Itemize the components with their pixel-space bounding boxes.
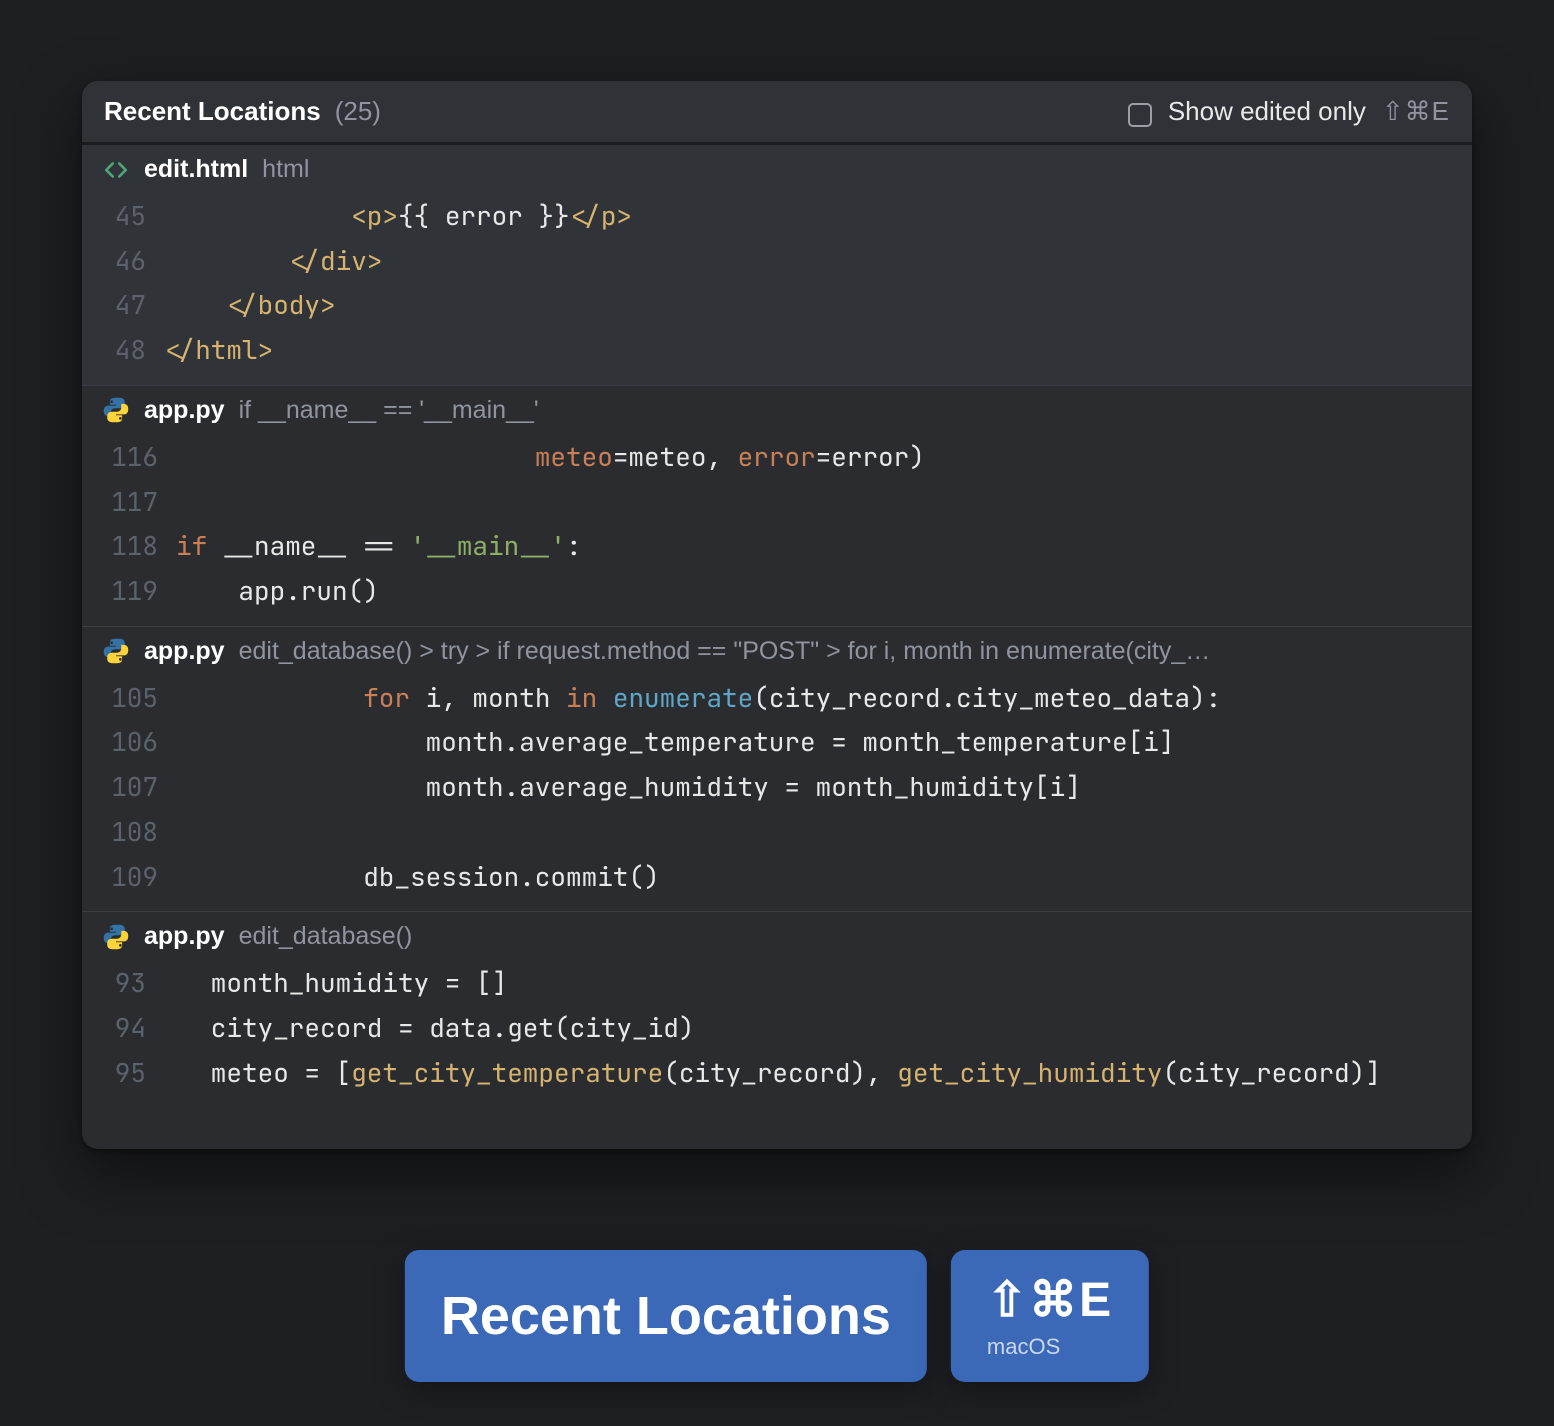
popup-title: Recent Locations (104, 96, 321, 127)
location-filename: app.py (144, 396, 225, 425)
location-context: if __name__ == '__main__' (239, 396, 1452, 425)
line-number: 47 (102, 283, 146, 328)
line-content: if __name__ == '__main__': (176, 524, 582, 569)
line-number: 45 (102, 194, 146, 239)
line-content: <p>{{ error }}</p> (164, 194, 632, 239)
code-line[interactable]: 94 city_record = data.get(city_id) (82, 1006, 1472, 1051)
line-number: 106 (102, 720, 158, 765)
location-filename: edit.html (144, 155, 248, 184)
line-content: </div> (164, 239, 382, 284)
chip-shortcut-os: macOS (987, 1334, 1060, 1360)
location-context: edit_database() (239, 922, 1452, 951)
location-item[interactable]: app.py edit_database() 93 month_humidity =… (82, 911, 1472, 1107)
location-item[interactable]: edit.htmlhtml45 <p>{{ error }}</p>46 </d… (82, 145, 1472, 385)
location-header[interactable]: app.py edit_database() (82, 912, 1472, 959)
location-context: edit_database() > try > if request.metho… (239, 637, 1452, 666)
line-content: month.average_temperature = month_temper… (176, 720, 1174, 765)
code-line[interactable]: 47 </body> (82, 283, 1472, 328)
line-number: 118 (102, 524, 158, 569)
chip-shortcut: ⇧⌘E macOS (951, 1250, 1149, 1382)
code-line[interactable]: 117 (82, 480, 1472, 525)
location-header[interactable]: app.py edit_database() > try > if request… (82, 627, 1472, 674)
location-item[interactable]: app.py edit_database() > try > if request… (82, 626, 1472, 912)
chip-shortcut-keys: ⇧⌘E (987, 1272, 1113, 1328)
code-line[interactable]: 45 <p>{{ error }}</p> (82, 194, 1472, 239)
line-content: month.average_humidity = month_humidity[… (176, 765, 1081, 810)
locations-list[interactable]: edit.htmlhtml45 <p>{{ error }}</p>46 </d… (82, 145, 1472, 1149)
code-snippet[interactable]: 116 meteo=meteo, error=error)117118if __… (82, 433, 1472, 626)
code-line[interactable]: 118 if __name__ == '__main__': (82, 524, 1472, 569)
show-edited-only-shortcut: ⇧⌘E (1382, 96, 1450, 127)
location-header[interactable]: edit.html html (82, 145, 1472, 192)
location-item[interactable]: app.py if __name__ == '__main__' 116 meteo… (82, 385, 1472, 626)
line-content: app.run() (176, 569, 379, 614)
line-number: 108 (102, 810, 158, 855)
code-line[interactable]: 116 meteo=meteo, error=error) (82, 435, 1472, 480)
python-file-icon (102, 923, 130, 951)
code-line[interactable]: 46 </div> (82, 239, 1472, 284)
line-content: </body> (164, 283, 336, 328)
html-file-icon (102, 156, 130, 184)
code-line[interactable]: 109 db_session.commit() (82, 855, 1472, 900)
python-file-icon (102, 396, 130, 424)
code-line[interactable]: 107 month.average_humidity = month_humid… (82, 765, 1472, 810)
location-filename: app.py (144, 922, 225, 951)
line-number: 94 (102, 1006, 146, 1051)
python-file-icon (102, 637, 130, 665)
recent-locations-popup[interactable]: Recent Locations (25) Show edited only ⇧… (82, 81, 1472, 1149)
popup-header: Recent Locations (25) Show edited only ⇧… (82, 81, 1472, 145)
line-number: 107 (102, 765, 158, 810)
location-context: html (262, 155, 1452, 184)
line-content: month_humidity = [] (164, 961, 507, 1006)
line-content: meteo = [get_city_temperature(city_recor… (164, 1051, 1381, 1096)
show-edited-only-toggle[interactable]: Show edited only ⇧⌘E (1128, 96, 1450, 127)
code-line[interactable]: 95 meteo = [get_city_temperature(city_re… (82, 1051, 1472, 1096)
line-number: 109 (102, 855, 158, 900)
location-header[interactable]: app.py if __name__ == '__main__' (82, 386, 1472, 433)
popup-count: (25) (335, 96, 381, 127)
line-number: 93 (102, 961, 146, 1006)
code-line[interactable]: 108 (82, 810, 1472, 855)
show-edited-only-label: Show edited only (1168, 96, 1366, 127)
code-line[interactable]: 119 app.run() (82, 569, 1472, 614)
code-line[interactable]: 106 month.average_temperature = month_te… (82, 720, 1472, 765)
line-number: 119 (102, 569, 158, 614)
code-snippet[interactable]: 45 <p>{{ error }}</p>46 </div>47 </body>… (82, 192, 1472, 385)
show-edited-only-checkbox[interactable] (1128, 103, 1152, 127)
code-line[interactable]: 93 month_humidity = [] (82, 961, 1472, 1006)
code-line[interactable]: 48 </html> (82, 328, 1472, 373)
code-line[interactable]: 105 for i, month in enumerate(city_recor… (82, 676, 1472, 721)
location-filename: app.py (144, 637, 225, 666)
line-number: 105 (102, 676, 158, 721)
feature-callout-chips: Recent Locations ⇧⌘E macOS (405, 1250, 1149, 1382)
line-content: city_record = data.get(city_id) (164, 1006, 694, 1051)
line-number: 95 (102, 1051, 146, 1096)
line-content: for i, month in enumerate(city_record.ci… (176, 676, 1221, 721)
line-number: 48 (102, 328, 146, 373)
line-content: </html> (164, 328, 273, 373)
line-number: 46 (102, 239, 146, 284)
line-number: 117 (102, 480, 158, 525)
code-snippet[interactable]: 93 month_humidity = []94 city_record = d… (82, 959, 1472, 1107)
code-snippet[interactable]: 105 for i, month in enumerate(city_recor… (82, 674, 1472, 912)
chip-feature-name: Recent Locations (405, 1250, 927, 1382)
line-content: db_session.commit() (176, 855, 660, 900)
line-content: meteo=meteo, error=error) (176, 435, 925, 480)
line-number: 116 (102, 435, 158, 480)
